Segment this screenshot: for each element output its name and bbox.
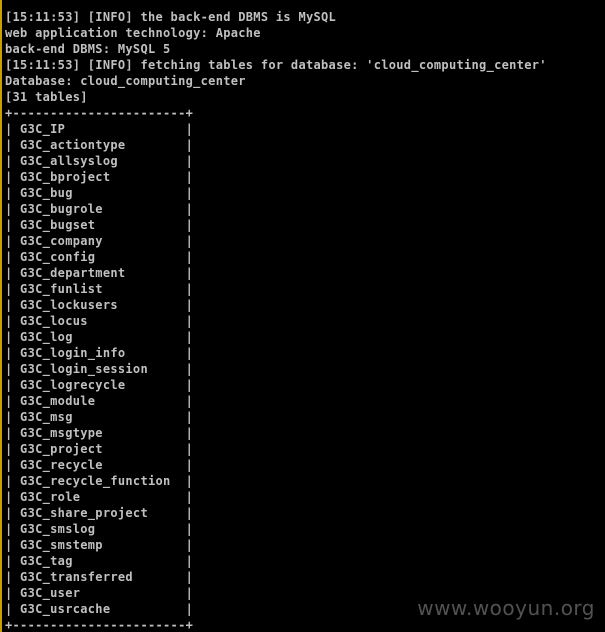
table-row: | G3C_department | [5, 266, 194, 280]
table-row: | G3C_module | [5, 394, 194, 408]
table-row: | G3C_allsyslog | [5, 154, 194, 168]
table-row: | G3C_bugrole | [5, 202, 194, 216]
table-row: | G3C_funlist | [5, 282, 194, 296]
table-row: | G3C_bproject | [5, 170, 194, 184]
table-row: | G3C_user | [5, 586, 194, 600]
table-row: | G3C_locus | [5, 314, 194, 328]
table-row: | G3C_usrcache | [5, 602, 194, 616]
window-edge [0, 0, 2, 632]
table-row: | G3C_recycle_function | [5, 474, 194, 488]
table-row: | G3C_config | [5, 250, 194, 264]
table-row: | G3C_msg | [5, 410, 194, 424]
table-row: | G3C_login_info | [5, 346, 194, 360]
table-row: | G3C_log | [5, 330, 194, 344]
table-row: | G3C_role | [5, 490, 194, 504]
table-row: | G3C_bugset | [5, 218, 194, 232]
log-line: [15:11:53] [INFO] fetching tables for da… [5, 58, 547, 72]
table-row: | G3C_lockusers | [5, 298, 194, 312]
table-row: | G3C_smstemp | [5, 538, 194, 552]
log-line: web application technology: Apache [5, 26, 261, 40]
table-row: | G3C_tag | [5, 554, 194, 568]
watermark: www.wooyun.org [417, 596, 595, 620]
table-row: | G3C_project | [5, 442, 194, 456]
table-row: | G3C_IP | [5, 122, 194, 136]
table-row: | G3C_smslog | [5, 522, 194, 536]
table-border-bottom: +-----------------------+ [5, 618, 194, 632]
table-row: | G3C_share_project | [5, 506, 194, 520]
table-row: | G3C_msgtype | [5, 426, 194, 440]
log-line: [15:11:53] [INFO] the back-end DBMS is M… [5, 10, 337, 24]
table-row: | G3C_logrecycle | [5, 378, 194, 392]
log-line: Database: cloud_computing_center [5, 74, 246, 88]
table-row: | G3C_transferred | [5, 570, 194, 584]
log-line: back-end DBMS: MySQL 5 [5, 42, 171, 56]
log-line: [31 tables] [5, 90, 88, 104]
table-border-top: +-----------------------+ [5, 106, 194, 120]
terminal-window: --- [15:11:53] [INFO] the back-end DBMS … [0, 0, 605, 632]
table-row: | G3C_actiontype | [5, 138, 194, 152]
table-row: | G3C_bug | [5, 186, 194, 200]
table-row: | G3C_company | [5, 234, 194, 248]
table-row: | G3C_recycle | [5, 458, 194, 472]
table-row: | G3C_login_session | [5, 362, 194, 376]
top-fragment-line: --- [5, 0, 28, 5]
